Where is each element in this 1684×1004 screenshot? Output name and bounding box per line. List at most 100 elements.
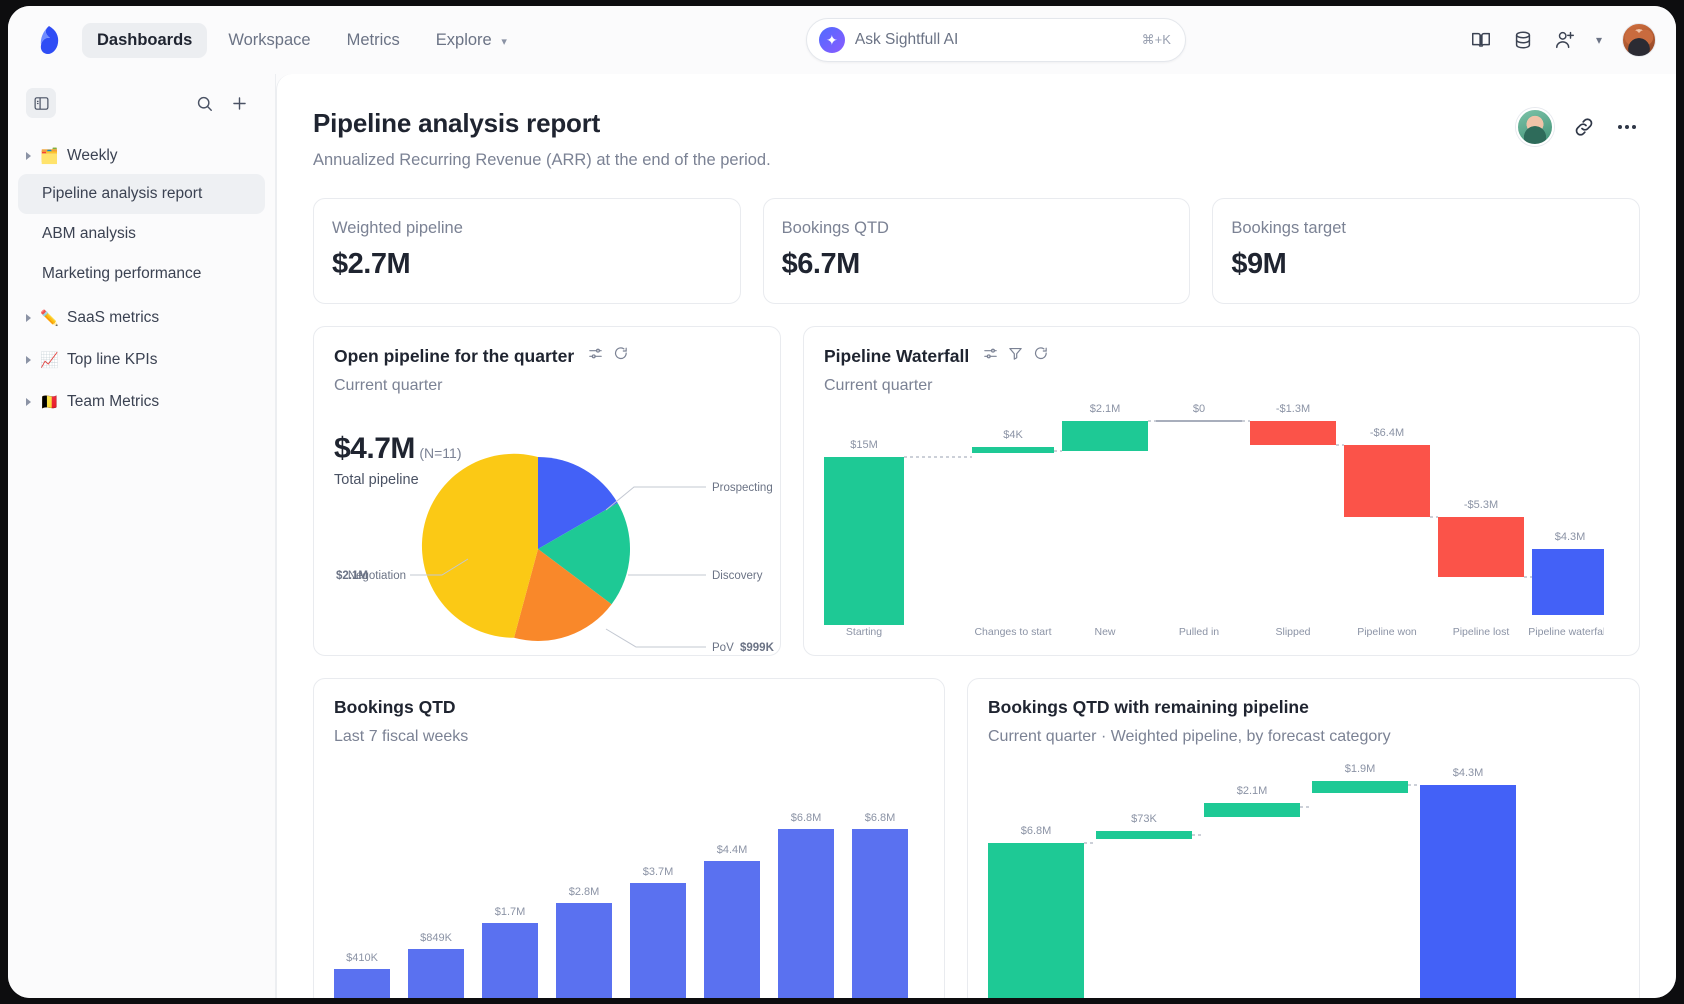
card-index-dividers-icon: 🗂️: [40, 148, 59, 165]
kpi-row: Weighted pipeline $2.7M Bookings QTD $6.…: [313, 198, 1641, 304]
nav-workspace-label: Workspace: [228, 30, 311, 49]
waterfall-axis-total: Pipeline waterfall: [1528, 626, 1604, 638]
charts-row-1: Open pipeline for the quarter Current qu…: [313, 326, 1640, 656]
bookings-bar-chart[interactable]: $410K $849K $1.7M $2.8M $3.7M $4.4M $6.8…: [314, 679, 945, 998]
bookings-value-5: $3.7M: [643, 866, 674, 878]
bookings-value-3: $1.7M: [495, 906, 526, 918]
disclosure-triangle-icon[interactable]: [26, 398, 31, 406]
nav-dashboards-label: Dashboards: [97, 30, 193, 49]
bookings-remaining-bar-2: [1096, 831, 1192, 839]
charts-row-2: Bookings QTD Last 7 fiscal weeks $410K $…: [313, 678, 1640, 998]
bookings-bar-1: [334, 969, 390, 998]
avatar[interactable]: [1622, 23, 1656, 57]
disclosure-triangle-icon[interactable]: [26, 314, 31, 322]
bookings-bar-6: [704, 861, 760, 998]
bookings-bar-7: [778, 829, 834, 998]
bookings-remaining-value-3: $2.1M: [1237, 785, 1268, 797]
card-open-pipeline[interactable]: Open pipeline for the quarter Current qu…: [313, 326, 781, 656]
avatar[interactable]: [1516, 108, 1554, 146]
sidebar-folder-weekly[interactable]: 🗂️ Weekly: [18, 138, 265, 174]
sidebar: 🗂️ Weekly Pipeline analysis report ABM a…: [8, 74, 276, 998]
kpi-label: Bookings target: [1231, 219, 1346, 237]
pie-label-prospecting: Prospecting: [712, 482, 773, 494]
kpi-label: Bookings QTD: [781, 219, 889, 237]
sidebar-folder-label: Team Metrics: [67, 393, 160, 410]
bookings-remaining-value-4: $1.9M: [1345, 763, 1376, 775]
waterfall-axis-changes: Changes to start: [974, 626, 1051, 638]
pie-label-discovery: Discovery: [712, 570, 763, 582]
top-icons: ▾: [1470, 23, 1656, 57]
page-title: Pipeline analysis report: [313, 108, 601, 138]
database-icon[interactable]: [1512, 29, 1534, 51]
page-header: Pipeline analysis report Annualized Recu…: [313, 108, 1640, 170]
waterfall-value-lost: -$5.3M: [1464, 499, 1498, 511]
book-icon[interactable]: [1470, 29, 1492, 51]
chart-increasing-icon: 📈: [40, 352, 59, 369]
waterfall-chart[interactable]: $15M $4K $2.1M $0 -$1.3M -$6.4M -$5.3M $…: [804, 327, 1604, 657]
account-chevron-down-icon[interactable]: ▾: [1596, 33, 1602, 47]
sidebar-toolbar: [8, 82, 275, 128]
main-nav: Dashboards Workspace Metrics Explore ▾: [82, 22, 522, 58]
sidebar-item-pipeline-analysis-report[interactable]: Pipeline analysis report: [18, 174, 265, 214]
nav-metrics-label: Metrics: [346, 30, 400, 49]
link-icon[interactable]: [1572, 115, 1596, 139]
nav-metrics[interactable]: Metrics: [332, 23, 415, 58]
page-actions: [1516, 108, 1640, 146]
waterfall-bar-pipeline-waterfall: [1532, 549, 1604, 615]
nav-explore[interactable]: Explore ▾: [421, 23, 522, 58]
bookings-remaining-bar-4: [1312, 781, 1408, 793]
disclosure-triangle-icon[interactable]: [26, 152, 31, 160]
kpi-card-weighted-pipeline[interactable]: Weighted pipeline $2.7M: [313, 198, 741, 304]
app-window: Dashboards Workspace Metrics Explore ▾ ✦…: [8, 6, 1676, 998]
sidebar-folder-label: Top line KPIs: [67, 351, 158, 368]
sidebar-folder-team-metrics[interactable]: 🇧🇪 Team Metrics: [18, 384, 265, 420]
bookings-value-8: $6.8M: [865, 812, 896, 824]
card-bookings-qtd[interactable]: Bookings QTD Last 7 fiscal weeks $410K $…: [313, 678, 945, 998]
bookings-bar-4: [556, 903, 612, 998]
waterfall-bar-new: [1062, 421, 1148, 451]
search-area: ✦ Ask Sightfull AI ⌘+K: [522, 18, 1470, 62]
waterfall-value-new: $2.1M: [1090, 403, 1121, 415]
bookings-bar-5: [630, 883, 686, 998]
disclosure-triangle-icon[interactable]: [26, 356, 31, 364]
kpi-card-bookings-qtd[interactable]: Bookings QTD $6.7M: [762, 198, 1191, 304]
waterfall-value-total: $4.3M: [1555, 531, 1586, 543]
sidebar-item-marketing-performance[interactable]: Marketing performance: [18, 254, 265, 294]
pie-leader-pov: [605, 628, 706, 648]
pie-chart[interactable]: Prospecting Discovery PoV Negotiation $7…: [314, 327, 782, 657]
bookings-bar-2: [408, 949, 464, 998]
nav-workspace[interactable]: Workspace: [213, 23, 325, 58]
card-pipeline-waterfall[interactable]: Pipeline Waterfall Current quarter $15M …: [803, 326, 1640, 656]
waterfall-value-won: -$6.4M: [1370, 427, 1404, 439]
sidebar-item-abm-analysis[interactable]: ABM analysis: [18, 214, 265, 254]
toggle-panel-icon[interactable]: [26, 88, 56, 118]
main-inner: Pipeline analysis report Annualized Recu…: [277, 74, 1676, 998]
nav-dashboards[interactable]: Dashboards: [82, 22, 208, 58]
bookings-remaining-bar-3: [1204, 803, 1300, 817]
app-logo[interactable]: [32, 23, 66, 57]
sidebar-folder-top-line-kpis[interactable]: 📈 Top line KPIs: [18, 342, 265, 378]
add-user-icon[interactable]: [1554, 29, 1576, 51]
search-input[interactable]: ✦ Ask Sightfull AI ⌘+K: [805, 18, 1186, 62]
more-options-icon[interactable]: [1614, 114, 1640, 140]
bookings-value-7: $6.8M: [791, 812, 822, 824]
waterfall-axis-new: New: [1094, 626, 1115, 638]
waterfall-bar-changes-to-start: [972, 447, 1054, 453]
bookings-remaining-value-1: $6.8M: [1021, 825, 1052, 837]
card-bookings-qtd-remaining[interactable]: Bookings QTD with remaining pipeline Cur…: [967, 678, 1640, 998]
search-icon[interactable]: [187, 90, 222, 117]
kpi-value: $6.7M: [781, 248, 861, 280]
pie-leader-prospecting: [605, 486, 706, 511]
kpi-card-bookings-target[interactable]: Bookings target $9M: [1212, 198, 1641, 304]
waterfall-bar-pipeline-won: [1344, 445, 1430, 517]
sidebar-folder-saas-metrics[interactable]: ✏️ SaaS metrics: [18, 300, 265, 336]
bookings-remaining-value-2: $73K: [1131, 813, 1157, 825]
pencil-icon: ✏️: [40, 310, 59, 327]
bookings-remaining-waterfall-chart[interactable]: $6.8M $73K $2.1M $1.9M $4.3M: [968, 679, 1608, 998]
bookings-bar-8: [852, 829, 908, 998]
search-placeholder: Ask Sightfull AI: [854, 31, 959, 48]
bookings-value-6: $4.4M: [717, 844, 748, 856]
bookings-bar-3: [482, 923, 538, 998]
waterfall-bar-starting: [824, 457, 904, 625]
add-icon[interactable]: [222, 90, 257, 117]
